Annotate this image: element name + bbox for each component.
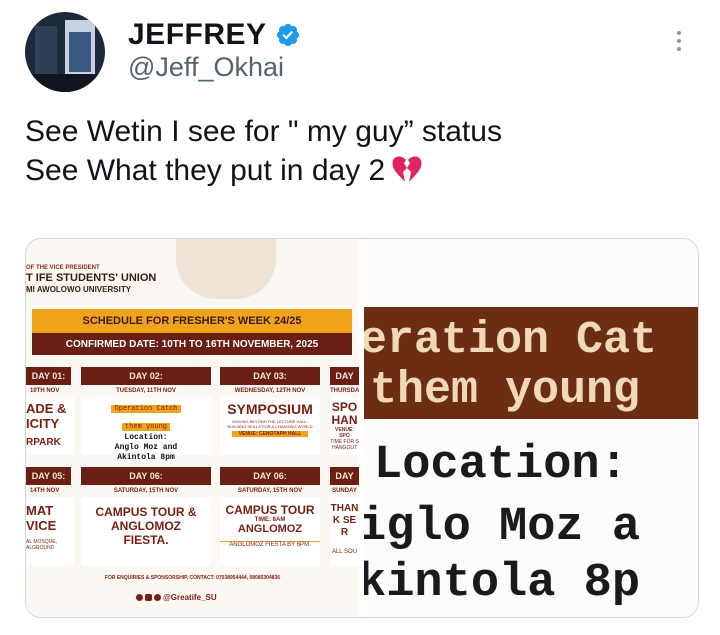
more-options-icon[interactable] [672,28,686,58]
day-cell: CAMPUS TOUR TIME: 8AM ANGLOMOZ ANGLOMOZ … [220,497,320,565]
day-location: Anglo Moz and [114,443,178,452]
poster-university: MI AWOLOWO UNIVERSITY [26,285,132,294]
tweet-text: See Wetin I see for " my guy” status See… [25,112,502,190]
day-label: DAY 03: [220,367,320,385]
day-desc: MOVING BEYOND THE LECTURE HALL: BUILDING… [227,419,313,429]
day-cell: SPO HAN VENUE: SPO TIME FOR S HANGOUT [330,397,359,455]
day-cell: SYMPOSIUM MOVING BEYOND THE LECTURE HALL… [220,397,320,455]
day-event-tag: Operation Catch [111,405,181,413]
day-label: DAY 05: [26,467,71,485]
zoom-line-4: iglo Moz a [364,501,641,554]
day-label: DAY [330,467,359,485]
day-event: ADE & ICITY [26,401,67,431]
day-sub: AL MOSQUE, ALGROUND [26,539,57,551]
day-label: DAY 06: [220,467,320,485]
day-event-tag: them young [121,423,170,431]
social-icon [136,594,143,601]
poster-union: T IFE STUDENTS' UNION [26,272,157,284]
day-date: WEDNESDAY, 12TH NOV [234,388,306,394]
poster-social: @Greatife_SU [163,593,217,602]
day-sub: ANGLOMOZ FIESTA BY 6PM. [220,541,320,548]
day-cell: THANK SER ALL SOU [330,497,359,565]
verified-badge-icon [276,23,299,47]
schedule-title-bar: SCHEDULE FOR FRESHER'S WEEK 24/25 [32,309,352,333]
day-venue: VENUE: SPO [335,427,354,439]
day-venue: VENUE: CENOTAPH HALL [232,431,308,437]
confirmed-bar: CONFIRMED DATE: 10TH TO 16TH NOVEMBER, 2… [32,333,352,355]
broken-heart-icon [392,156,422,182]
day-date: 14TH NOV [30,488,60,494]
day-event: THANK SER [330,503,359,538]
day-label: DAY [330,367,359,385]
zoomed-image[interactable]: eration Cat them young Location: iglo Mo… [364,239,698,617]
day-date: 10TH NOV [30,388,60,394]
day-cell: CAMPUS TOUR & ANGLOMOZ FIESTA. [81,497,211,565]
day-location: Location: [124,433,168,442]
day-event: SYMPOSIUM [227,401,313,417]
zoom-line-2: them young [370,365,641,416]
day-cell: Operation Catch them young Location: Ang… [81,397,211,462]
tweet-line-1: See Wetin I see for " my guy” status [25,115,502,148]
avatar[interactable] [25,12,105,92]
day-venue: ANGLOMOZ [237,523,303,535]
user-name[interactable]: JEFFREY [128,18,267,52]
poster-image[interactable]: OF THE VICE PRESIDENT T IFE STUDENTS' UN… [26,239,359,617]
day-sub: RPARK [26,437,61,448]
day-label: DAY 06: [81,467,211,485]
zoom-line-3: Location: [374,439,628,492]
day-event: CAMPUS TOUR & ANGLOMOZ FIESTA. [95,505,197,547]
day-event: SPO HAN [331,400,358,427]
day-label: DAY 01: [26,367,71,385]
poster-social-row: @Greatife_SU [136,593,217,602]
social-icon [145,594,152,601]
day-date: SUNDAY [332,488,357,494]
day-date: SATURDAY, 15TH NOV [237,488,303,494]
user-name-row[interactable]: JEFFREY [128,18,301,52]
day-cell: ADE & ICITY RPARK [26,397,74,455]
day-event: CAMPUS TOUR [225,503,315,517]
day-date: THURSDA [330,388,359,394]
tweet-media[interactable]: OF THE VICE PRESIDENT T IFE STUDENTS' UN… [25,238,699,618]
day-cell: MAT VICE AL MOSQUE, ALGROUND [26,497,74,565]
confirmed-date: CONFIRMED DATE: 10TH TO 16TH NOVEMBER, 2… [65,339,319,350]
day-date: TUESDAY, 11TH NOV [116,388,176,394]
zoom-line-5: kintola 8p [364,557,641,610]
day-event: MAT VICE [26,503,57,533]
day-label: DAY 02: [81,367,211,385]
social-icon [154,594,161,601]
schedule-title: SCHEDULE FOR FRESHER'S WEEK 24/25 [82,315,302,327]
day-sub: ALL SOU [331,549,358,555]
tweet-line-2: See What they put in day 2 [25,154,386,187]
user-handle[interactable]: @Jeff_Okhai [128,52,284,83]
poster-contact: FOR ENQUIRIES & SPONSORSHIP, CONTACT: 07… [104,575,281,581]
zoom-line-1: eration Cat [364,315,658,366]
day-location: Akintola 8pm [117,453,175,462]
poster-office: OF THE VICE PRESIDENT [26,265,100,271]
day-date: SATURDAY, 15TH NOV [113,488,179,494]
day-time: TIME FOR S HANGOUT [330,439,359,451]
